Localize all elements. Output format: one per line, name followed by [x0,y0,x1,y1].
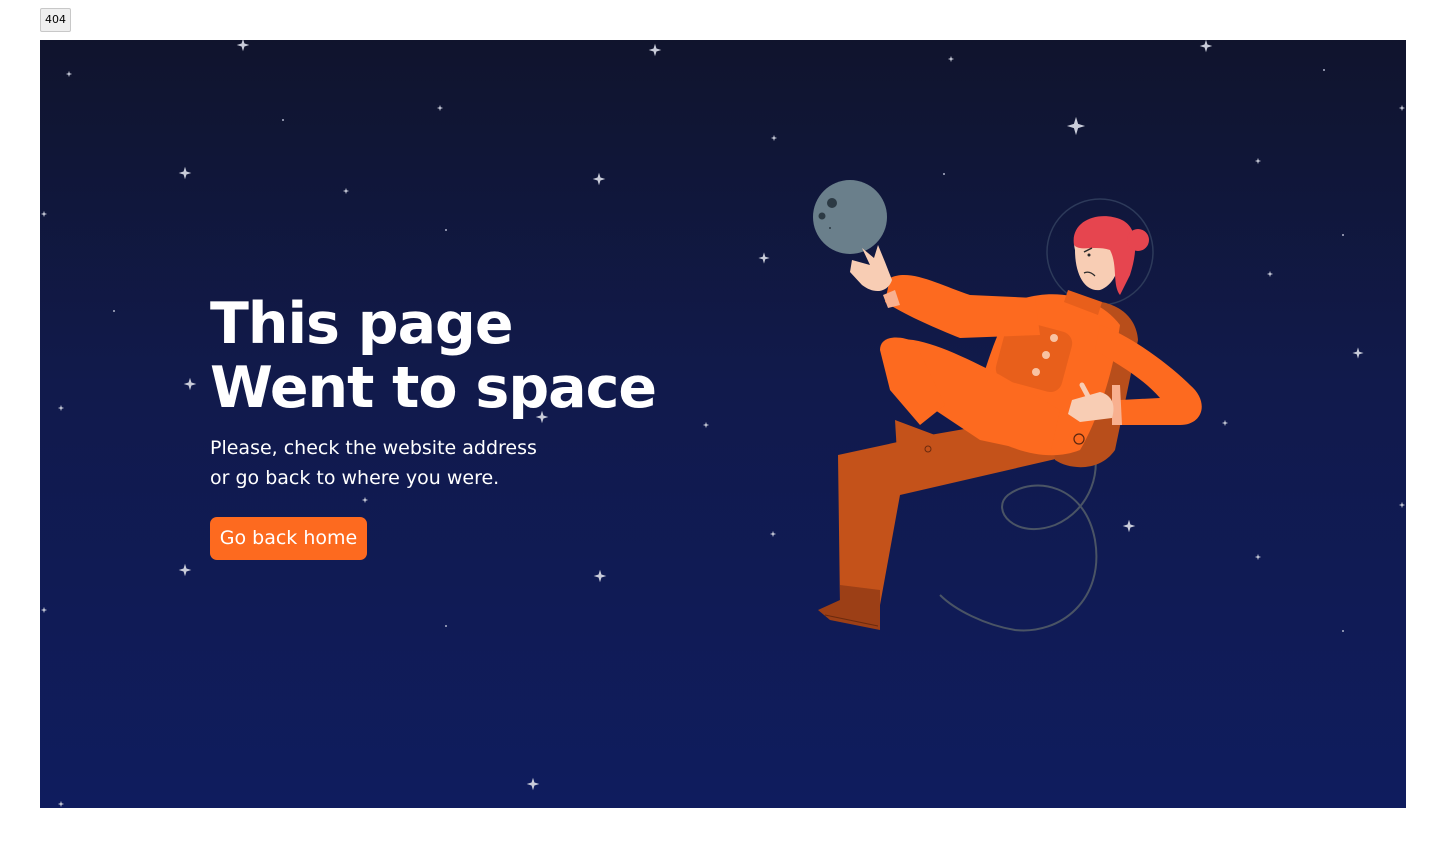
go-back-home-button[interactable]: Go back home [210,517,367,560]
error-message-line-1: Please, check the website address [210,437,537,459]
astronaut-head [1073,216,1149,295]
page-title: This page Went to space [210,291,657,421]
page-title-line-1: This page [210,291,514,357]
astronaut-reaching-arm [885,274,1040,338]
moon-icon [813,180,887,254]
astronaut-illustration [813,180,1202,632]
astronaut-boot [818,585,880,630]
error-message-line-2: or go back to where you were. [210,467,500,489]
error-code-tab[interactable]: 404 [40,8,71,32]
space-hero: This page Went to space Please, check th… [40,40,1406,808]
page-title-line-2: Went to space [210,355,657,421]
error-message: Please, check the website address or go … [210,433,537,493]
